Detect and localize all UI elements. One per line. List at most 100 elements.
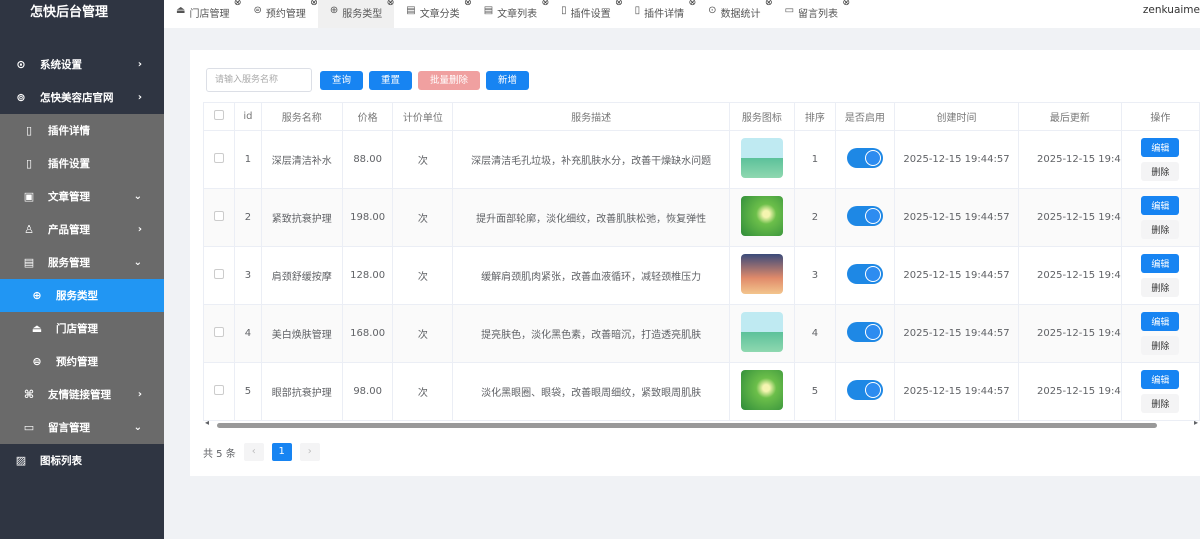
delete-button[interactable]: 删除 (1141, 336, 1180, 355)
row-checkbox[interactable] (202, 304, 236, 363)
cell-id: 3 (234, 246, 262, 305)
delete-button[interactable]: 删除 (1141, 162, 1180, 181)
row-checkbox[interactable] (202, 188, 236, 247)
tab-2[interactable]: ⊕ 服务类型 ⊗ (317, 0, 395, 28)
close-tab-icon[interactable]: ⊗ (387, 0, 395, 8)
service-image[interactable] (740, 254, 783, 294)
enabled-toggle[interactable] (846, 322, 883, 342)
cell-price: 198.00 (341, 188, 394, 247)
tab-7[interactable]: ⊙ 数据统计 ⊗ (696, 0, 772, 28)
service-image[interactable] (740, 312, 783, 352)
cell-created: 2025-12-15 19:44:57 (893, 130, 1020, 189)
cell-enabled (834, 304, 895, 363)
search-input[interactable]: 请输入服务名称 (206, 68, 312, 92)
tab-0[interactable]: ⏏ 门店管理 ⊗ (164, 0, 241, 28)
tab-5[interactable]: ▯ 插件设置 ⊗ (549, 0, 623, 28)
select-all-checkbox[interactable] (202, 102, 236, 131)
sidebar-item-7[interactable]: ⊕ 服务类型 (0, 279, 164, 312)
sidebar-item-3[interactable]: ▯ 插件设置 (0, 147, 164, 180)
cell-updated: 2025-12-15 19:4 (1018, 130, 1122, 189)
row-checkbox[interactable] (202, 130, 236, 189)
user-name[interactable]: zenkuaime (1143, 4, 1200, 16)
close-tab-icon[interactable]: ⊗ (765, 0, 773, 8)
cell-actions: 编辑 删除 (1120, 130, 1200, 189)
enabled-toggle[interactable] (846, 380, 883, 400)
tab-6[interactable]: ▯ 插件详情 ⊗ (623, 0, 697, 28)
cell-desc: 深层清洁毛孔垃圾，补充肌肤水分，改善干燥缺水问题 (452, 130, 730, 189)
edit-button[interactable]: 编辑 (1141, 370, 1180, 389)
row-checkbox[interactable] (202, 246, 236, 305)
close-tab-icon[interactable]: ⊗ (464, 0, 472, 8)
close-tab-icon[interactable]: ⊗ (234, 0, 242, 8)
column-header: 服务名称 (260, 102, 343, 131)
sidebar-item-label: 友情链接管理 (48, 389, 111, 401)
sidebar-item-9[interactable]: ⊜ 预约管理 (0, 345, 164, 378)
delete-button[interactable]: 删除 (1141, 220, 1180, 239)
reset-button[interactable]: 重置 (369, 70, 413, 90)
product-icon: ♙ (24, 223, 34, 236)
tab-4[interactable]: ▤ 文章列表 ⊗ (472, 0, 549, 28)
tab-1[interactable]: ⊜ 预约管理 ⊗ (241, 0, 317, 28)
delete-button[interactable]: 删除 (1141, 278, 1180, 297)
chevron-icon: ⌄ (133, 257, 142, 268)
close-tab-icon[interactable]: ⊗ (615, 0, 623, 8)
edit-button[interactable]: 编辑 (1141, 312, 1180, 331)
chevron-icon: › (137, 224, 142, 235)
sidebar-item-12[interactable]: ▨ 图标列表 (0, 444, 164, 477)
cell-price: 168.00 (341, 304, 394, 363)
sidebar-item-11[interactable]: ▭ 留言管理 ⌄ (0, 411, 164, 444)
cell-unit: 次 (392, 188, 454, 247)
edit-button[interactable]: 编辑 (1141, 138, 1180, 157)
message-icon: ▭ (23, 421, 35, 434)
next-page-button[interactable]: › (299, 443, 320, 461)
sidebar-item-2[interactable]: ▯ 插件详情 (0, 114, 164, 147)
cell-enabled (834, 188, 895, 247)
tab-3[interactable]: ▤ 文章分类 ⊗ (394, 0, 471, 28)
horizontal-scrollbar[interactable]: ◂ ▸ (203, 418, 1200, 430)
table-row: 2 紧致抗衰护理 198.00 次 提升面部轮廓，淡化细纹，改善肌肤松弛，恢复弹… (202, 188, 1200, 247)
sidebar-item-0[interactable]: ⊙ 系统设置 › (0, 48, 164, 81)
sidebar: 怎快后台管理 ⊙ 系统设置 › ⊚ 怎快美容店官网 › ▯ 插件详情 ▯ 插件设置 ▣ 文章管理 ⌄ ♙… (0, 0, 164, 539)
document-icon: ▤ (406, 5, 416, 16)
sidebar-item-label: 门店管理 (56, 323, 98, 335)
sidebar-item-10[interactable]: ⌘ 友情链接管理 › (0, 378, 164, 411)
sidebar-item-1[interactable]: ⊚ 怎快美容店官网 › (0, 81, 164, 114)
close-tab-icon[interactable]: ⊗ (842, 0, 850, 8)
cell-id: 1 (234, 130, 262, 189)
cell-name: 眼部抗衰护理 (260, 362, 343, 421)
enabled-toggle[interactable] (846, 148, 883, 168)
enabled-toggle[interactable] (846, 206, 883, 226)
enabled-toggle[interactable] (846, 264, 883, 284)
type-icon: ⊕ (32, 289, 42, 302)
type-icon: ⊕ (329, 5, 339, 16)
column-header: 最后更新 (1018, 102, 1122, 131)
tab-8[interactable]: ▭ 留言列表 ⊗ (773, 0, 850, 28)
tab-label: 数据统计 (720, 9, 761, 20)
batch-delete-button[interactable]: 批量删除 (418, 70, 481, 90)
cell-actions: 编辑 删除 (1120, 188, 1200, 247)
page-1-button[interactable]: 1 (271, 443, 292, 461)
service-image[interactable] (740, 138, 783, 178)
query-button[interactable]: 查询 (320, 70, 364, 90)
close-tab-icon[interactable]: ⊗ (310, 0, 318, 8)
sidebar-item-label: 图标列表 (40, 455, 82, 467)
close-tab-icon[interactable]: ⊗ (542, 0, 550, 8)
cell-created: 2025-12-15 19:44:57 (893, 304, 1020, 363)
row-checkbox[interactable] (202, 362, 236, 421)
sidebar-item-5[interactable]: ♙ 产品管理 › (0, 213, 164, 246)
tab-label: 文章列表 (497, 9, 538, 20)
sidebar-item-4[interactable]: ▣ 文章管理 ⌄ (0, 180, 164, 213)
edit-button[interactable]: 编辑 (1141, 254, 1180, 273)
prev-page-button[interactable]: ‹ (243, 443, 264, 461)
service-image[interactable] (740, 370, 783, 410)
sidebar-item-8[interactable]: ⏏ 门店管理 (0, 312, 164, 345)
edit-button[interactable]: 编辑 (1141, 196, 1180, 215)
service-image[interactable] (740, 196, 783, 236)
tab-label: 服务类型 (342, 9, 383, 20)
table-row: 3 肩颈舒缓按摩 128.00 次 缓解肩颈肌肉紧张，改善血液循环，减轻颈椎压力… (202, 246, 1200, 305)
sidebar-item-6[interactable]: ▤ 服务管理 ⌄ (0, 246, 164, 279)
add-button[interactable]: 新增 (486, 70, 530, 90)
close-tab-icon[interactable]: ⊗ (689, 0, 697, 8)
cell-icon (728, 246, 795, 305)
delete-button[interactable]: 删除 (1141, 394, 1180, 413)
